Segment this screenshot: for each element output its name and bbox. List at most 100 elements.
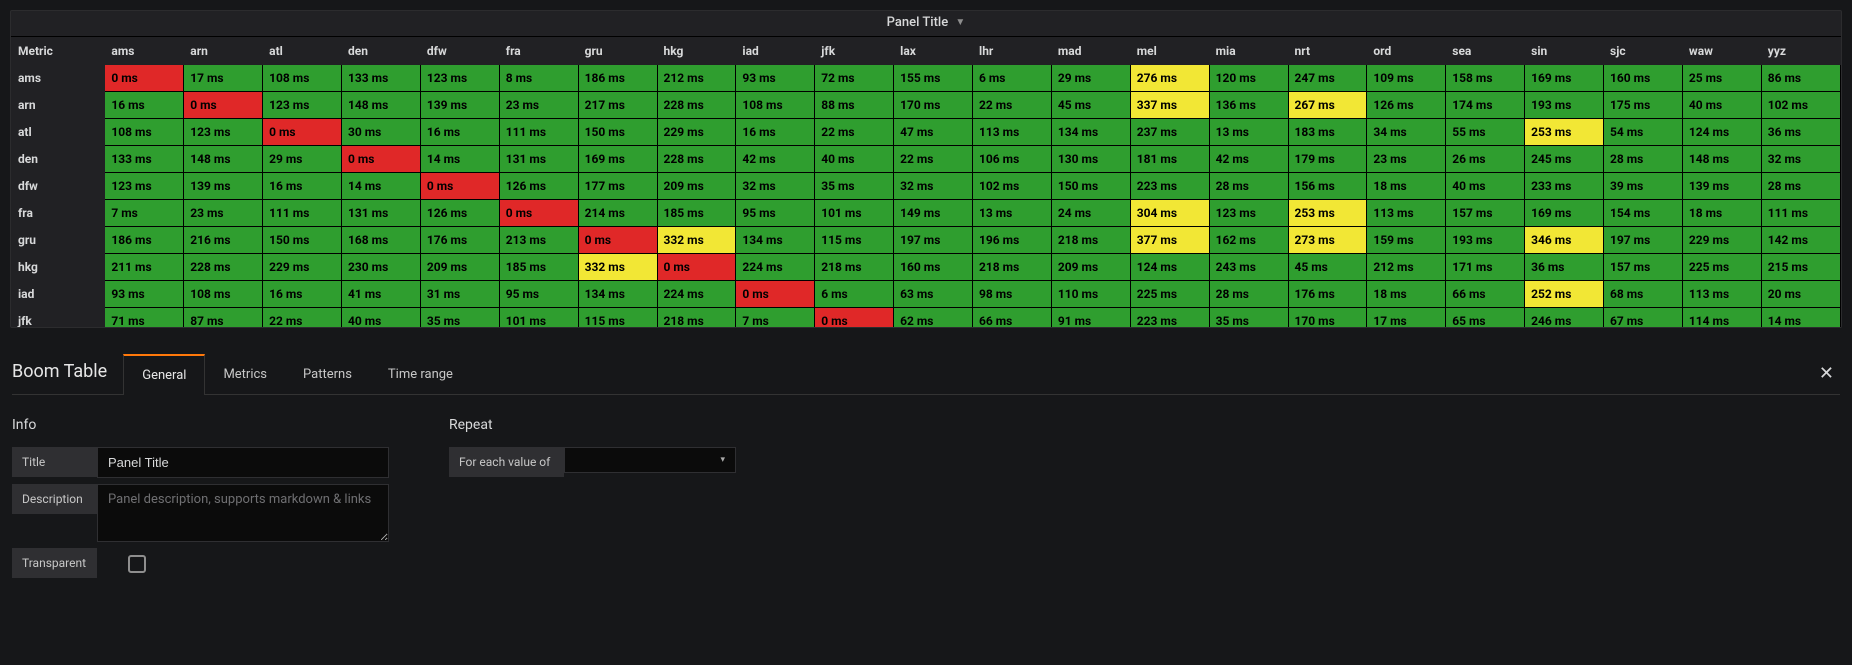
row-header: dfw <box>12 173 105 200</box>
transparent-checkbox[interactable] <box>115 552 159 576</box>
column-header: atl <box>263 38 342 65</box>
table-row: atl108 ms123 ms0 ms30 ms16 ms111 ms150 m… <box>12 119 1841 146</box>
description-input[interactable] <box>97 484 389 542</box>
latency-cell: 0 ms <box>420 173 499 200</box>
latency-cell: 224 ms <box>657 281 736 308</box>
latency-cell: 186 ms <box>578 65 657 92</box>
latency-cell: 111 ms <box>499 119 578 146</box>
latency-cell: 29 ms <box>263 146 342 173</box>
latency-cell: 114 ms <box>1682 308 1761 328</box>
column-header: den <box>342 38 421 65</box>
latency-cell: 174 ms <box>1446 92 1525 119</box>
latency-cell: 35 ms <box>815 173 894 200</box>
latency-cell: 193 ms <box>1446 227 1525 254</box>
row-header: hkg <box>12 254 105 281</box>
latency-cell: 7 ms <box>736 308 815 328</box>
latency-cell: 71 ms <box>105 308 184 328</box>
panel-title[interactable]: Panel Title ▼ <box>11 11 1841 36</box>
column-header: sea <box>1446 38 1525 65</box>
latency-cell: 247 ms <box>1288 65 1367 92</box>
latency-cell: 230 ms <box>342 254 421 281</box>
latency-cell: 14 ms <box>420 146 499 173</box>
latency-cell: 170 ms <box>1288 308 1367 328</box>
latency-cell: 155 ms <box>894 65 973 92</box>
latency-cell: 93 ms <box>736 65 815 92</box>
panel-editor: Boom Table GeneralMetricsPatternsTime ra… <box>0 353 1852 604</box>
latency-cell: 26 ms <box>1446 146 1525 173</box>
close-icon[interactable]: ✕ <box>1813 353 1840 394</box>
latency-cell: 47 ms <box>894 119 973 146</box>
latency-cell: 168 ms <box>342 227 421 254</box>
latency-cell: 211 ms <box>105 254 184 281</box>
table-row: arn16 ms0 ms123 ms148 ms139 ms23 ms217 m… <box>12 92 1841 119</box>
latency-cell: 170 ms <box>894 92 973 119</box>
latency-cell: 160 ms <box>894 254 973 281</box>
latency-cell: 139 ms <box>1682 173 1761 200</box>
tab-general[interactable]: General <box>123 354 205 395</box>
row-header: ams <box>12 65 105 92</box>
chevron-down-icon: ▼ <box>955 17 965 28</box>
latency-cell: 179 ms <box>1288 146 1367 173</box>
latency-cell: 276 ms <box>1130 65 1209 92</box>
table-row: iad93 ms108 ms16 ms41 ms31 ms95 ms134 ms… <box>12 281 1841 308</box>
latency-cell: 68 ms <box>1604 281 1683 308</box>
row-header: arn <box>12 92 105 119</box>
latency-cell: 113 ms <box>1682 281 1761 308</box>
latency-cell: 111 ms <box>263 200 342 227</box>
latency-cell: 18 ms <box>1682 200 1761 227</box>
latency-cell: 332 ms <box>578 254 657 281</box>
latency-cell: 93 ms <box>105 281 184 308</box>
latency-cell: 181 ms <box>1130 146 1209 173</box>
table-row: hkg211 ms228 ms229 ms230 ms209 ms185 ms3… <box>12 254 1841 281</box>
description-label: Description <box>12 484 97 514</box>
latency-cell: 209 ms <box>657 173 736 200</box>
latency-cell: 171 ms <box>1446 254 1525 281</box>
latency-cell: 17 ms <box>184 65 263 92</box>
tab-time-range[interactable]: Time range <box>370 353 471 394</box>
latency-cell: 45 ms <box>1288 254 1367 281</box>
latency-cell: 218 ms <box>1051 227 1130 254</box>
column-header: arn <box>184 38 263 65</box>
panel-title-text: Panel Title <box>887 15 949 30</box>
row-header: fra <box>12 200 105 227</box>
column-header: iad <box>736 38 815 65</box>
title-input[interactable] <box>97 447 389 478</box>
latency-cell: 223 ms <box>1130 173 1209 200</box>
latency-cell: 106 ms <box>973 146 1052 173</box>
latency-cell: 40 ms <box>815 146 894 173</box>
latency-cell: 169 ms <box>1525 65 1604 92</box>
latency-cell: 23 ms <box>1367 146 1446 173</box>
latency-cell: 0 ms <box>105 65 184 92</box>
latency-cell: 65 ms <box>1446 308 1525 328</box>
column-header: gru <box>578 38 657 65</box>
row-header: iad <box>12 281 105 308</box>
tab-patterns[interactable]: Patterns <box>285 353 370 394</box>
latency-cell: 67 ms <box>1604 308 1683 328</box>
latency-cell: 40 ms <box>1682 92 1761 119</box>
column-header: jfk <box>815 38 894 65</box>
tab-metrics[interactable]: Metrics <box>205 353 285 394</box>
latency-cell: 212 ms <box>657 65 736 92</box>
latency-cell: 8 ms <box>499 65 578 92</box>
latency-cell: 55 ms <box>1446 119 1525 146</box>
latency-cell: 16 ms <box>736 119 815 146</box>
latency-cell: 377 ms <box>1130 227 1209 254</box>
table-scroll[interactable]: Metricamsarnatldendfwfragruhkgiadjfklaxl… <box>11 36 1841 327</box>
for-each-select[interactable]: ▾ <box>564 447 736 473</box>
latency-cell: 177 ms <box>578 173 657 200</box>
column-header: nrt <box>1288 38 1367 65</box>
latency-cell: 13 ms <box>973 200 1052 227</box>
column-header: mel <box>1130 38 1209 65</box>
latency-cell: 22 ms <box>263 308 342 328</box>
latency-cell: 113 ms <box>1367 200 1446 227</box>
latency-cell: 18 ms <box>1367 173 1446 200</box>
latency-cell: 183 ms <box>1288 119 1367 146</box>
latency-cell: 123 ms <box>1209 200 1288 227</box>
latency-cell: 252 ms <box>1525 281 1604 308</box>
row-header: den <box>12 146 105 173</box>
latency-cell: 229 ms <box>1682 227 1761 254</box>
latency-cell: 62 ms <box>894 308 973 328</box>
latency-cell: 22 ms <box>973 92 1052 119</box>
latency-cell: 40 ms <box>342 308 421 328</box>
latency-cell: 0 ms <box>578 227 657 254</box>
